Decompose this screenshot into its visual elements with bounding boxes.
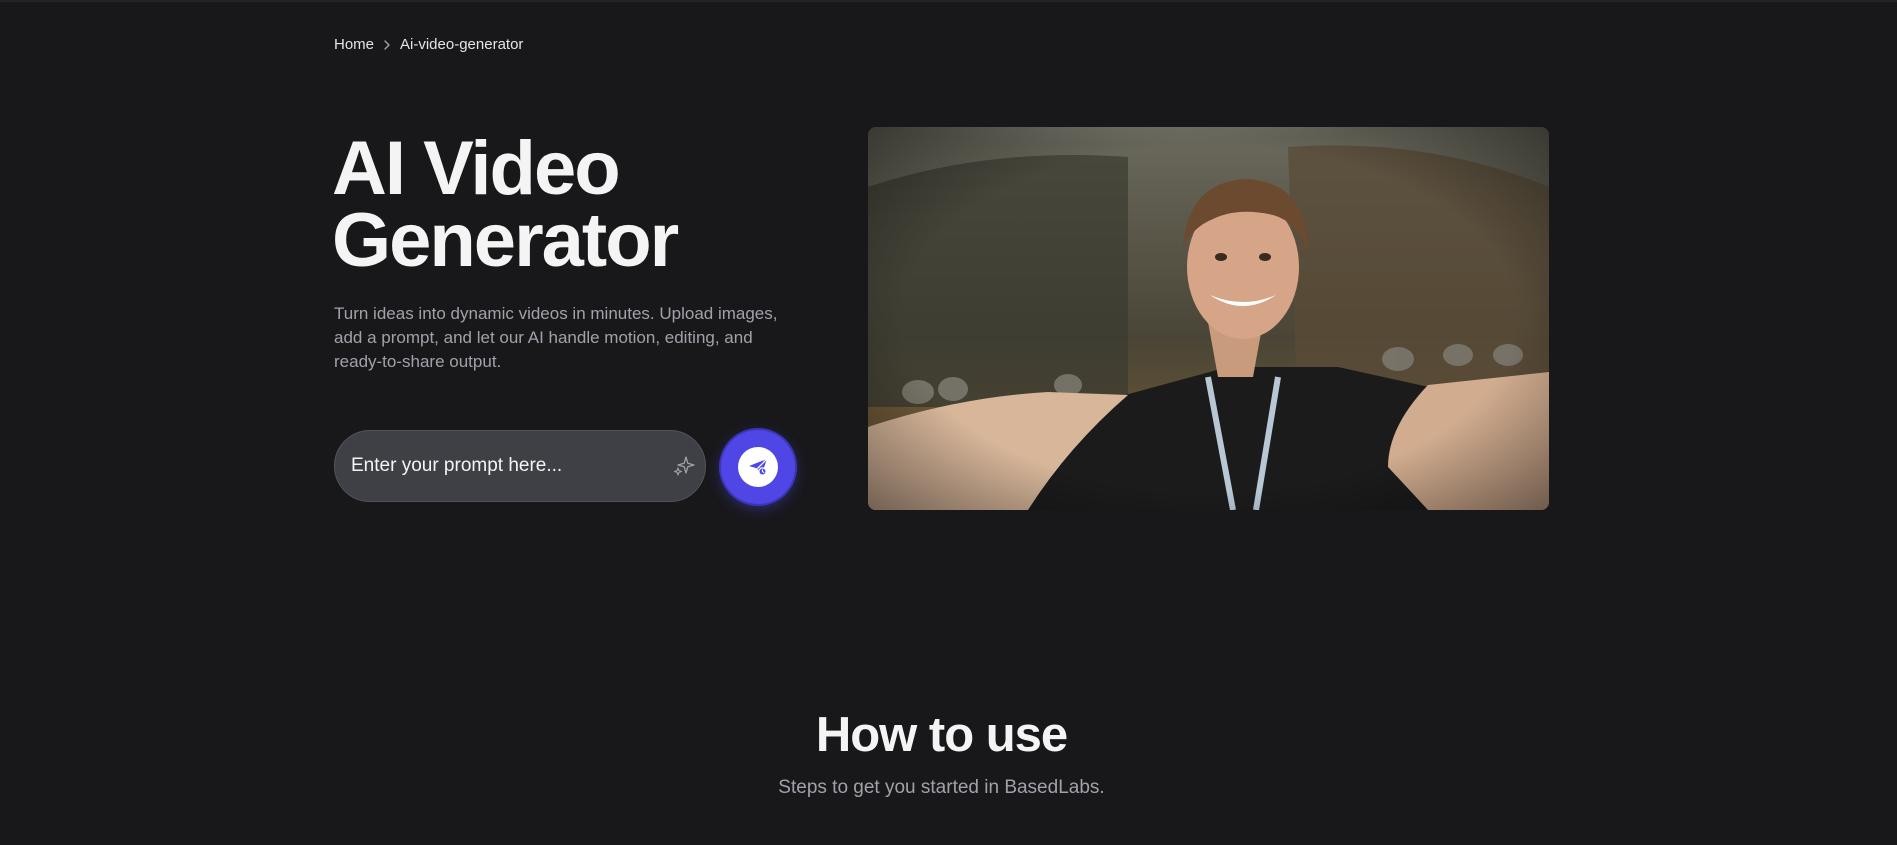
how-to-use-subtitle: Steps to get you started in BasedLabs. [778,777,1105,798]
send-icon [738,447,778,487]
send-button[interactable] [721,430,795,504]
hero-video-preview[interactable] [868,127,1549,510]
video-frame-illustration [868,127,1549,510]
hero-description: Turn ideas into dynamic videos in minute… [334,304,778,371]
page-title: AI Video Generator [332,126,679,283]
prompt-field[interactable] [334,430,706,502]
prompt-input[interactable] [335,431,671,501]
how-to-use-title: How to use [815,708,1068,762]
breadcrumb-current: Ai-video-generator [400,36,524,53]
breadcrumb-home-link[interactable]: Home [334,36,374,53]
chevron-right-icon [382,39,392,50]
top-divider [0,0,1897,2]
breadcrumb: Home Ai-video-generator [334,36,523,53]
sparkle-icon[interactable] [671,453,697,479]
